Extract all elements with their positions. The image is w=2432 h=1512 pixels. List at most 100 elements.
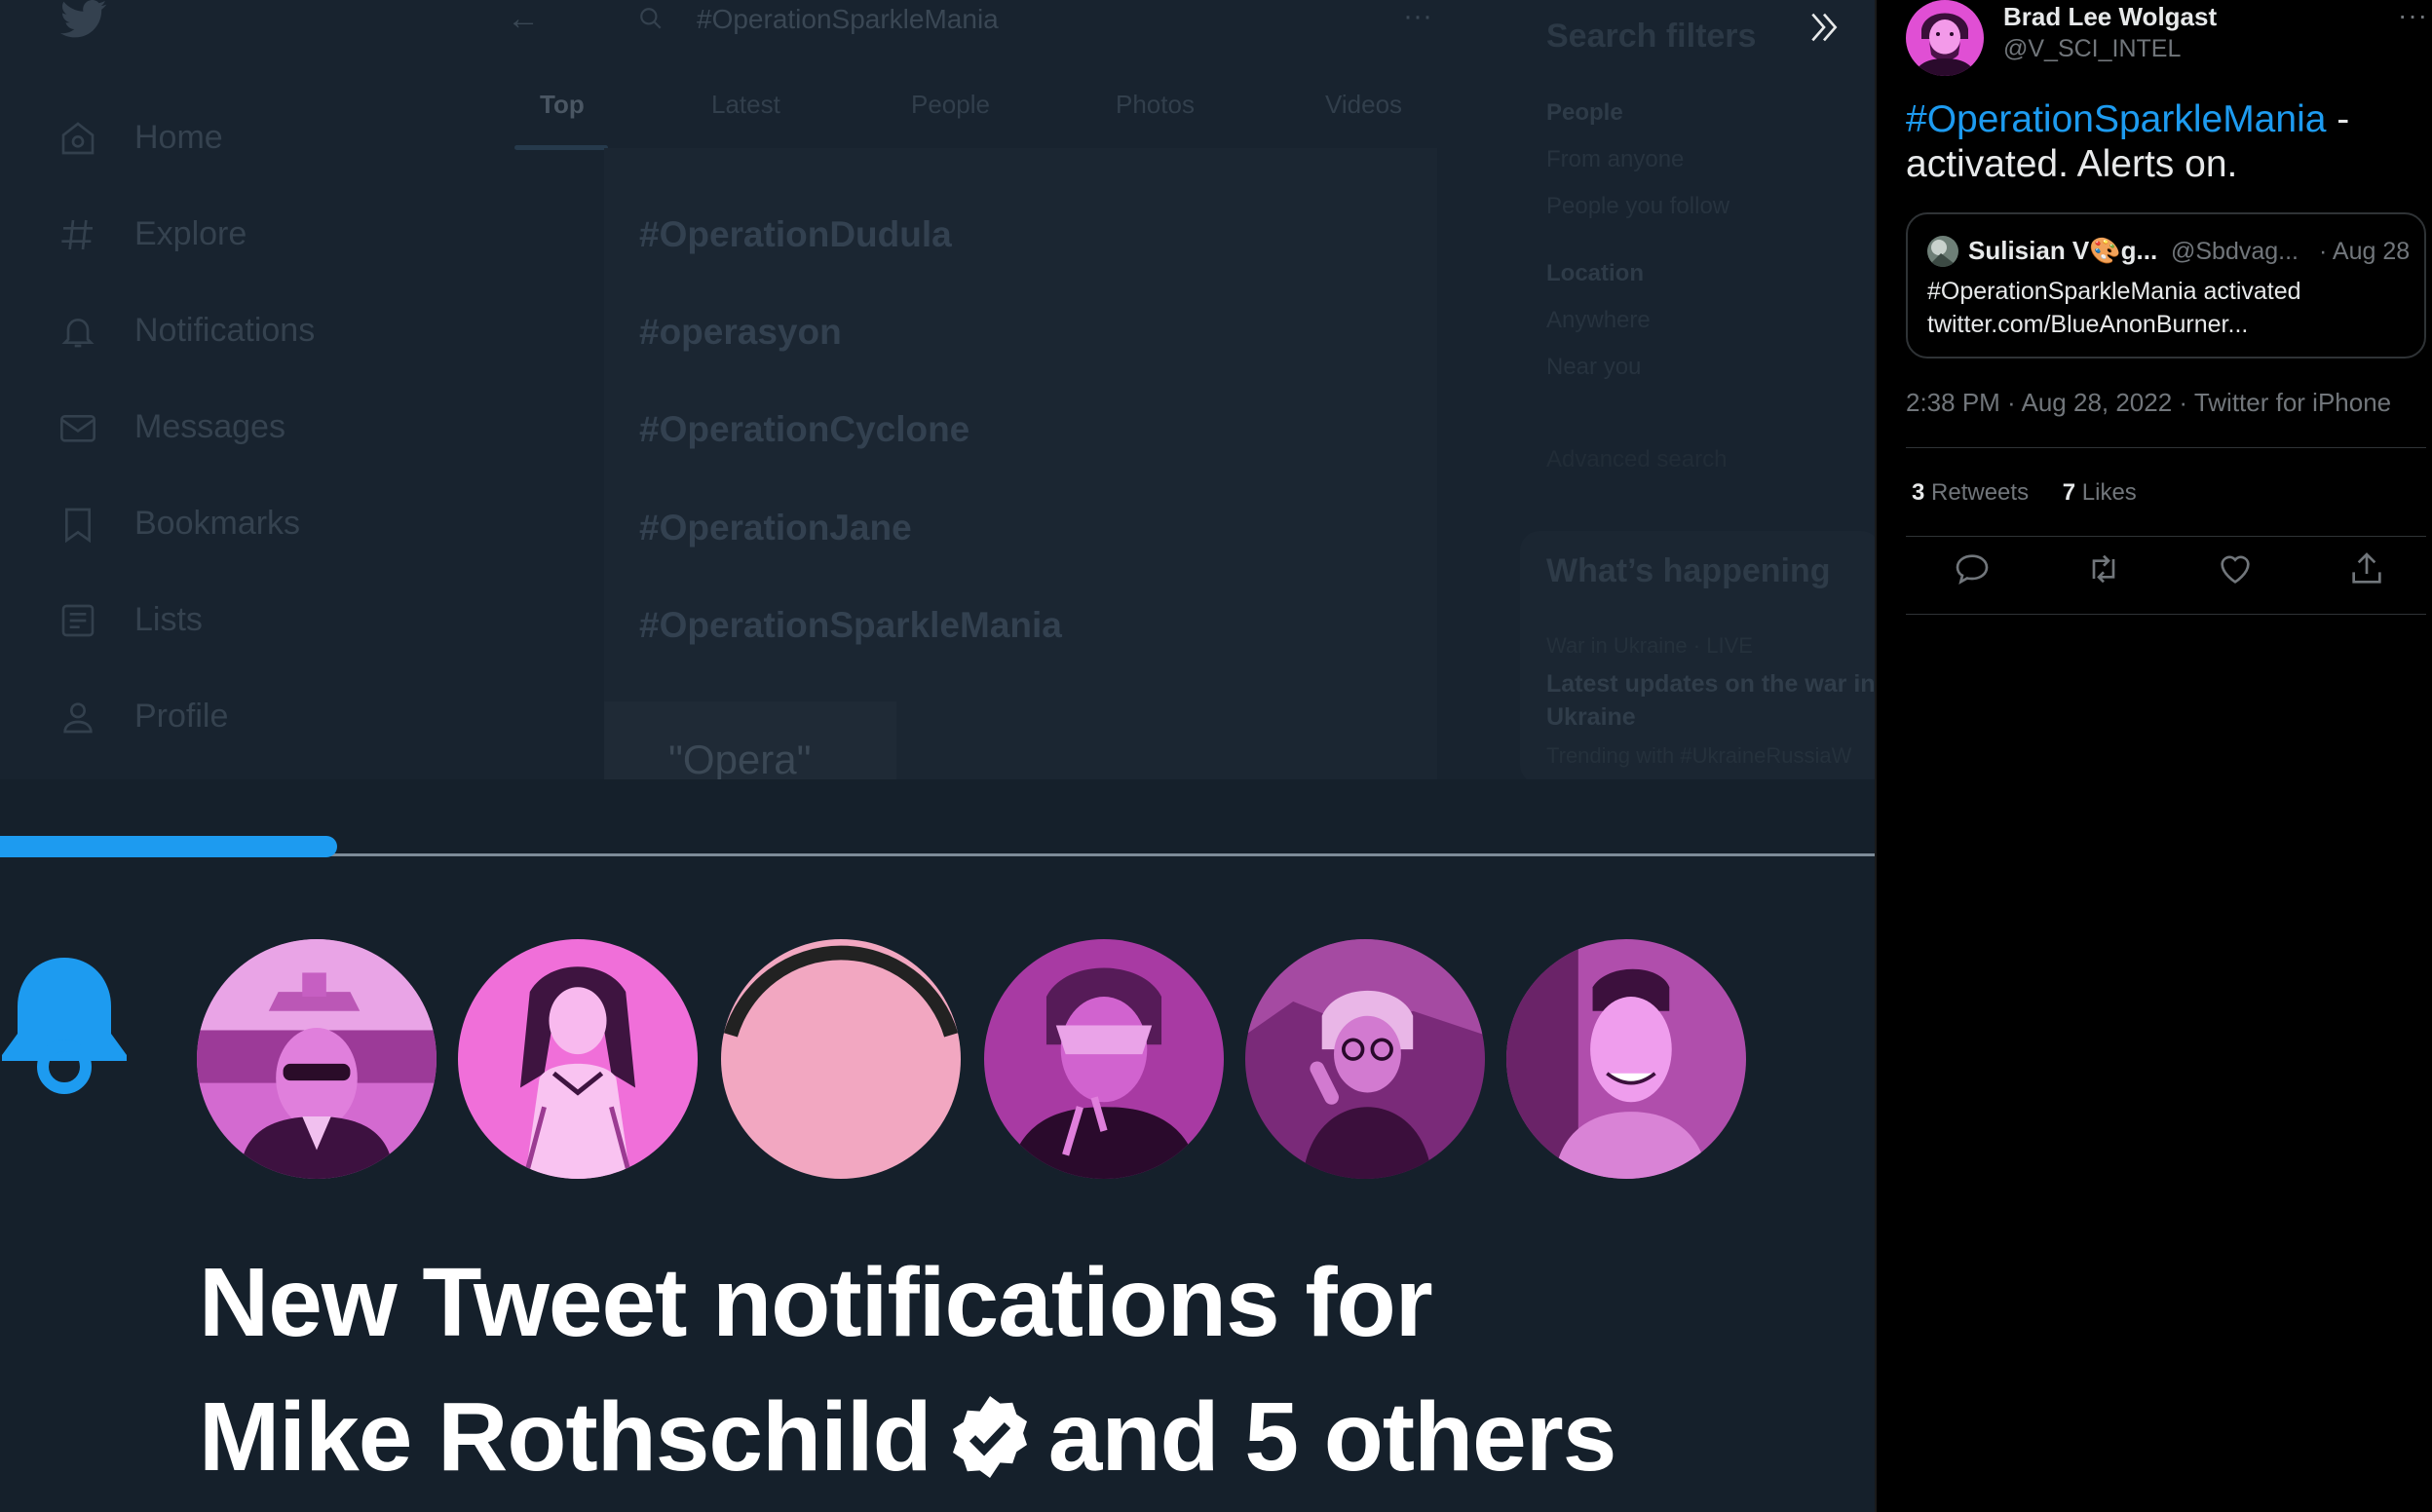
retweets-stat[interactable]: 3 Retweets [1912, 479, 2029, 506]
advanced-search-link[interactable]: Advanced search [1546, 446, 1727, 473]
headline-line2: Mike Rothschild and 5 others [199, 1370, 1617, 1504]
quote-line1: #OperationSparkleMania activated [1927, 278, 2301, 305]
nav-profile-label: Profile [134, 698, 229, 735]
author-handle[interactable]: @V_SCI_INTEL [2003, 35, 2181, 63]
suggestion-item[interactable]: #OperationCyclone [639, 409, 969, 450]
search-input[interactable]: #OperationSparkleMania [697, 4, 999, 35]
retweets-count: 3 [1912, 479, 1925, 506]
headline-rest: and 5 others [1047, 1382, 1617, 1492]
person-icon [63, 701, 93, 733]
filter-option[interactable]: Anywhere [1546, 307, 1651, 334]
trend-headline[interactable]: Latest updates on the war in Ukraine [1546, 667, 1875, 734]
tab-photos[interactable]: Photos [1116, 90, 1195, 120]
quote-author-handle: @Sbdvag... [2171, 238, 2299, 265]
hashtag-icon [61, 219, 93, 249]
progress-fill [0, 836, 338, 857]
divider [1906, 447, 2426, 448]
avatar [458, 939, 698, 1179]
suggestion-item[interactable]: #OperationDudula [639, 214, 952, 255]
list-icon [61, 604, 95, 636]
likes-stat[interactable]: 7 Likes [2063, 479, 2137, 506]
nav-explore[interactable]: Explore [58, 186, 315, 283]
like-icon[interactable] [2216, 549, 2255, 588]
avatar [721, 939, 961, 1179]
back-arrow-icon[interactable]: ← [507, 0, 540, 38]
quote-author-name: Sulisian V🎨g... [1968, 236, 2158, 265]
headline-line1: New Tweet notifications for [199, 1248, 1433, 1357]
nav-messages-label: Messages [134, 408, 285, 445]
nav-profile[interactable]: Profile [58, 668, 315, 765]
verified-badge-icon [952, 1396, 1027, 1478]
likes-count: 7 [2062, 479, 2076, 506]
nav-notifications-label: Notifications [134, 312, 316, 349]
nav-home[interactable]: Home [58, 90, 315, 186]
quote-text: #OperationSparkleMania activated twitter… [1927, 275, 2301, 341]
tweet-stats: 3 Retweets 7 Likes [1912, 479, 2137, 507]
tab-indicator [514, 145, 608, 150]
suggestion-item[interactable]: #OperationSparkleMania [639, 605, 1062, 646]
quote-date: · Aug 28 [2319, 238, 2411, 265]
avatar [1245, 939, 1485, 1179]
quoted-tweet[interactable]: Sulisian V🎨g... @Sbdvag... · Aug 28 #Ope… [1906, 212, 2426, 359]
partial-query-text: "Opera" [668, 737, 812, 779]
search-filters-title: Search filters [1546, 18, 1757, 55]
trend-trending: Trending with #UkraineRussiaW [1546, 743, 1852, 768]
suggestion-item[interactable]: #OperationJane [639, 508, 912, 548]
avatar [984, 939, 1224, 1179]
search-bar: ← #OperationSparkleMania ··· [507, 0, 1432, 39]
suggestion-item[interactable]: #operasyon [639, 312, 842, 353]
headline-name: Mike Rothschild [199, 1382, 932, 1492]
filter-location-heading: Location [1546, 260, 1644, 286]
nav-messages[interactable]: Messages [58, 379, 315, 475]
nav-explore-label: Explore [134, 215, 247, 252]
background-app: Home Explore Notifications Messages Book… [0, 0, 1875, 779]
quote-line2: twitter.com/BlueAnonBurner... [1927, 311, 2249, 338]
author-avatar[interactable] [1906, 0, 1984, 76]
tab-videos[interactable]: Videos [1325, 90, 1402, 120]
retweets-label: Retweets [1931, 479, 2030, 506]
search-icon [640, 8, 662, 29]
home-icon [61, 121, 95, 154]
search-tabs: Top Latest People Photos Videos [516, 90, 1452, 148]
nav-lists[interactable]: Lists [58, 572, 315, 668]
more-options-icon[interactable]: ··· [2398, 0, 2428, 31]
mail-icon [60, 414, 95, 442]
whats-happening-title: What’s happening [1546, 552, 1831, 589]
tab-people[interactable]: People [911, 90, 990, 120]
tweet-text: #OperationSparkleMania - activated. Aler… [1906, 97, 2413, 187]
nav-lists-label: Lists [134, 601, 203, 638]
trend-category: War in Ukraine · LIVE [1546, 633, 1753, 658]
divider [1906, 614, 2426, 615]
bell-icon [61, 318, 95, 347]
filter-option[interactable]: People you follow [1546, 193, 1729, 220]
nav-notifications[interactable]: Notifications [58, 283, 315, 379]
tab-latest[interactable]: Latest [711, 90, 780, 120]
author-name[interactable]: Brad Lee Wolgast [2003, 2, 2217, 32]
tweet-panel: Brad Lee Wolgast @V_SCI_INTEL ··· #Opera… [1875, 0, 2432, 1512]
partial-query: "Opera" [604, 701, 896, 779]
tab-top[interactable]: Top [540, 90, 585, 120]
notification-headline: New Tweet notifications for Mike Rothsch… [199, 1235, 1617, 1504]
tweet-metadata: 2:38 PM · Aug 28, 2022 · Twitter for iPh… [1906, 388, 2392, 417]
more-icon[interactable]: ··· [1403, 0, 1432, 33]
filter-option[interactable]: Near you [1546, 354, 1641, 381]
sidebar-nav: Home Explore Notifications Messages Book… [58, 90, 315, 765]
bookmark-icon [65, 508, 91, 543]
tweet-actions [1906, 549, 2426, 604]
avatar [197, 939, 437, 1179]
share-icon[interactable] [2347, 549, 2386, 588]
likes-label: Likes [2081, 479, 2137, 506]
nav-home-label: Home [134, 119, 223, 156]
avatar [1506, 939, 1746, 1179]
expand-chevrons-icon[interactable] [1805, 8, 1843, 47]
filter-option[interactable]: From anyone [1546, 146, 1684, 173]
quote-avatar [1927, 236, 1958, 267]
nav-bookmarks-label: Bookmarks [134, 505, 301, 542]
hashtag-link[interactable]: #OperationSparkleMania [1906, 98, 2326, 140]
divider [1906, 536, 2426, 537]
nav-bookmarks[interactable]: Bookmarks [58, 475, 315, 572]
reply-icon[interactable] [1953, 549, 1992, 588]
notification-bell-icon [2, 958, 127, 1094]
twitter-bird-icon [60, 0, 107, 38]
retweet-icon[interactable] [2084, 549, 2123, 588]
